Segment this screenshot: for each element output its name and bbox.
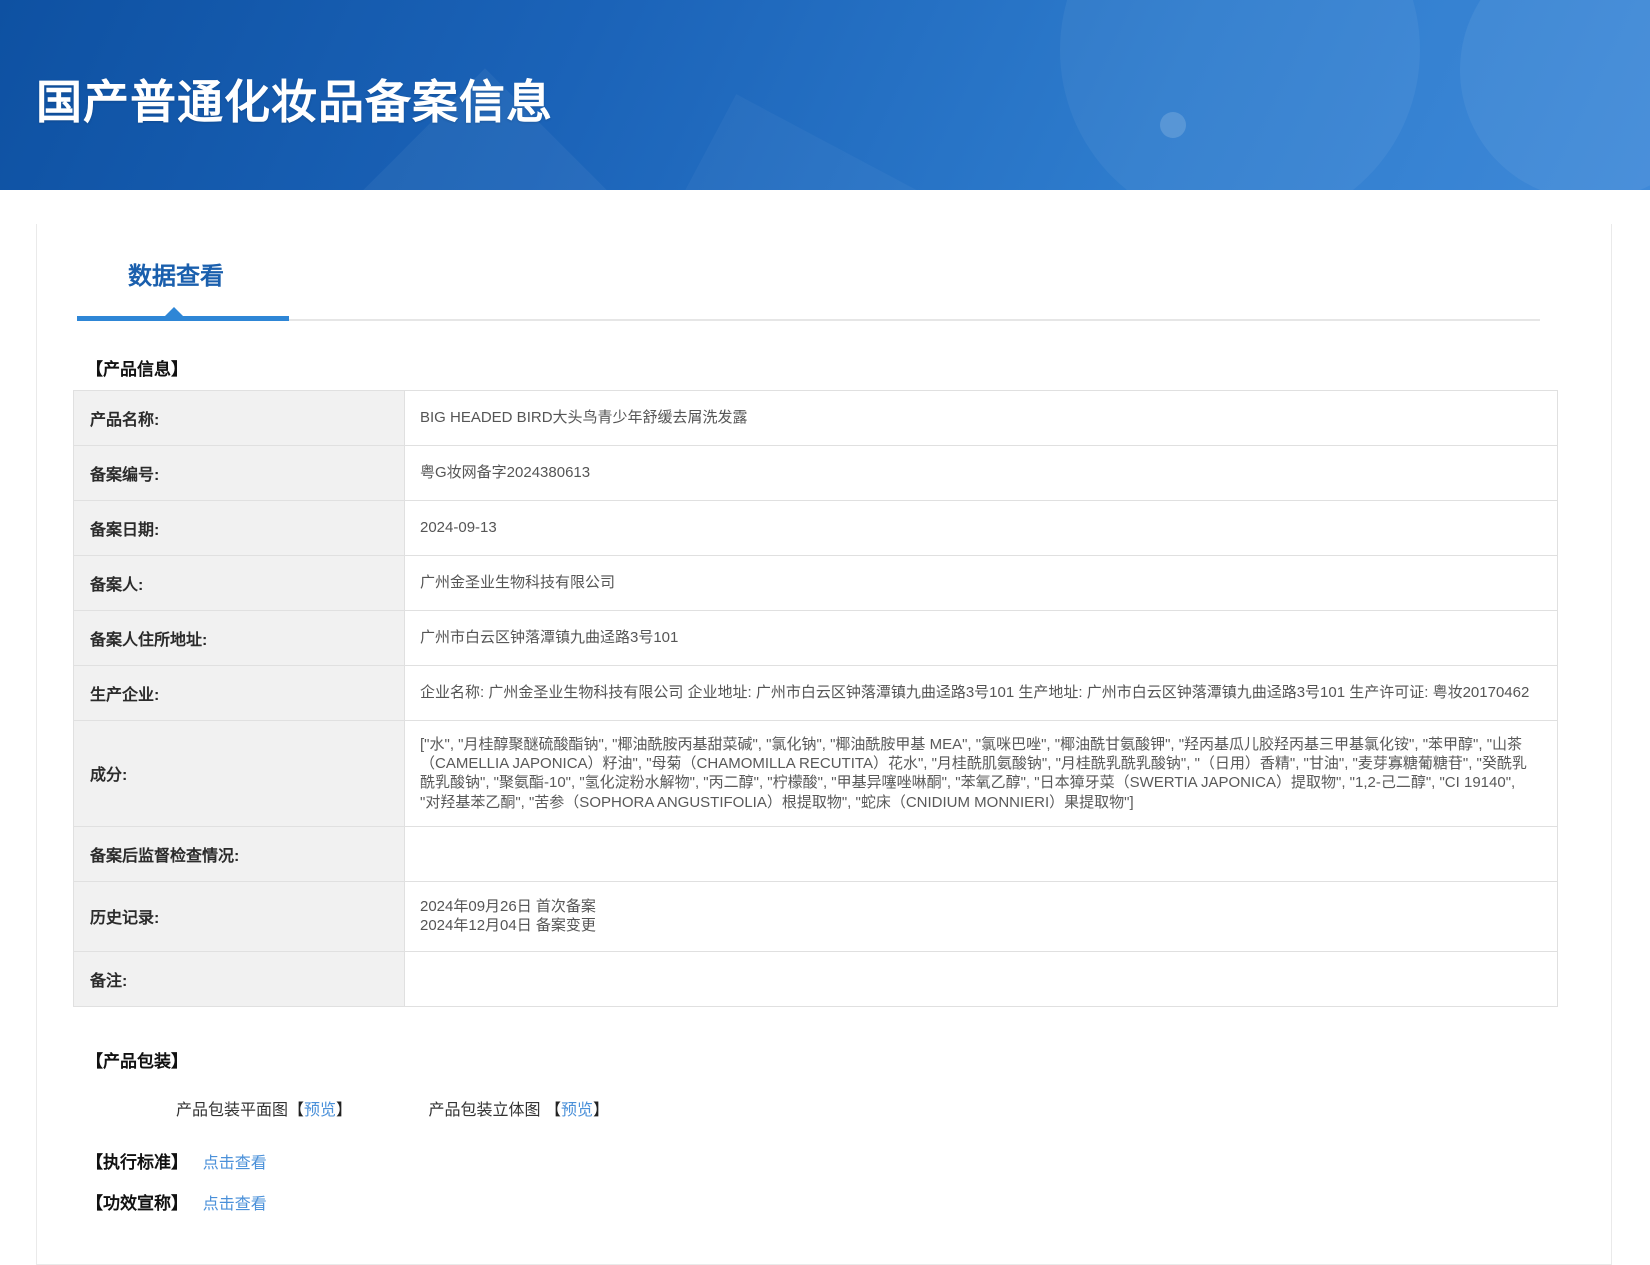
label-ingredients: 成分:	[73, 720, 405, 827]
packaging-flat-preview-link[interactable]: 预览	[304, 1102, 336, 1119]
execution-standard-view-link[interactable]: 点击查看	[203, 1155, 267, 1172]
content-panel: 数据查看 【产品信息】 产品名称: BIG HEADED BIRD大头鸟青少年舒…	[36, 224, 1612, 1265]
bracket-close: 】	[593, 1101, 610, 1119]
tab-underline-row	[37, 307, 1611, 321]
bracket-close: 】	[336, 1101, 353, 1119]
tab-data-view[interactable]: 数据查看	[128, 256, 224, 291]
value-filer-address: 广州市白云区钟落潭镇九曲迳路3号101	[404, 610, 1558, 666]
value-filing-number: 粤G妆网备字2024380613	[404, 445, 1558, 501]
banner-decoration-square	[614, 94, 966, 190]
bracket-open: 【	[288, 1101, 305, 1119]
packaging-stereo-group: 产品包装立体图 【预览】	[429, 1096, 610, 1120]
value-ingredients: ["水", "月桂醇聚醚硫酸酯钠", "椰油酰胺丙基甜菜碱", "氯化钠", "…	[404, 720, 1558, 827]
bracket-open: 【	[544, 1101, 561, 1119]
value-product-name: BIG HEADED BIRD大头鸟青少年舒缓去屑洗发露	[404, 390, 1558, 446]
row-post-filing-inspection: 备案后监督检查情况:	[73, 825, 1558, 882]
label-history: 历史记录:	[73, 880, 405, 952]
banner-decoration-dot	[1160, 112, 1186, 138]
label-filer-address: 备案人住所地址:	[73, 610, 405, 666]
efficacy-claim-view-link[interactable]: 点击查看	[203, 1196, 267, 1213]
section-heading-product-info: 【产品信息】	[86, 360, 188, 379]
row-filer-address: 备案人住所地址: 广州市白云区钟落潭镇九曲迳路3号101	[73, 610, 1558, 666]
efficacy-claim-line: 【功效宣称】 点击查看	[86, 1189, 1611, 1214]
product-info-table: 产品名称: BIG HEADED BIRD大头鸟青少年舒缓去屑洗发露 备案编号:…	[73, 390, 1558, 1007]
packaging-flat-label: 产品包装平面图	[176, 1101, 289, 1119]
label-filing-number: 备案编号:	[73, 445, 405, 501]
value-manufacturer: 企业名称: 广州金圣业生物科技有限公司 企业地址: 广州市白云区钟落潭镇九曲迳路…	[404, 665, 1558, 721]
row-filing-date: 备案日期: 2024-09-13	[73, 500, 1558, 556]
row-ingredients: 成分: ["水", "月桂醇聚醚硫酸酯钠", "椰油酰胺丙基甜菜碱", "氯化钠…	[73, 720, 1558, 827]
packaging-stereo-label: 产品包装立体图	[428, 1101, 541, 1119]
tab-bar: 数据查看	[37, 224, 1611, 321]
label-filing-date: 备案日期:	[73, 500, 405, 556]
value-history: 2024年09月26日 首次备案 2024年12月04日 备案变更	[404, 880, 1558, 952]
label-filer: 备案人:	[73, 555, 405, 611]
row-manufacturer: 生产企业: 企业名称: 广州金圣业生物科技有限公司 企业地址: 广州市白云区钟落…	[73, 665, 1558, 721]
label-product-name: 产品名称:	[73, 390, 405, 446]
row-filer: 备案人: 广州金圣业生物科技有限公司	[73, 555, 1558, 611]
row-history: 历史记录: 2024年09月26日 首次备案 2024年12月04日 备案变更	[73, 880, 1558, 952]
tab-active-indicator	[77, 307, 289, 321]
value-remarks	[404, 950, 1558, 1007]
value-filing-date: 2024-09-13	[404, 500, 1558, 556]
tab-divider-line	[289, 319, 1540, 321]
page-banner: 国产普通化妆品备案信息	[0, 0, 1650, 190]
packaging-stereo-preview-link[interactable]: 预览	[561, 1102, 593, 1119]
row-product-name: 产品名称: BIG HEADED BIRD大头鸟青少年舒缓去屑洗发露	[73, 390, 1558, 446]
row-remarks: 备注:	[73, 950, 1558, 1007]
banner-decoration-circle	[1460, 0, 1650, 190]
row-filing-number: 备案编号: 粤G妆网备字2024380613	[73, 445, 1558, 501]
history-line-1: 2024年09月26日 首次备案	[420, 897, 596, 915]
packaging-preview-line: 产品包装平面图【预览】 产品包装立体图 【预览】	[176, 1096, 1611, 1120]
execution-standard-line: 【执行标准】 点击查看	[86, 1148, 1611, 1173]
execution-standard-label: 【执行标准】	[86, 1152, 188, 1172]
history-line-2: 2024年12月04日 备案变更	[420, 917, 596, 935]
section-heading-packaging: 【产品包装】	[86, 1051, 188, 1071]
efficacy-claim-label: 【功效宣称】	[86, 1193, 188, 1213]
value-post-filing-inspection	[404, 825, 1558, 882]
value-filer: 广州金圣业生物科技有限公司	[404, 555, 1558, 611]
banner-decoration-circle	[1060, 0, 1420, 190]
label-remarks: 备注:	[73, 950, 405, 1007]
tab-pointer-triangle	[165, 307, 183, 316]
label-post-filing-inspection: 备案后监督检查情况:	[73, 825, 405, 882]
label-manufacturer: 生产企业:	[73, 665, 405, 721]
page-title: 国产普通化妆品备案信息	[36, 76, 553, 128]
packaging-flat-group: 产品包装平面图【预览】	[176, 1096, 352, 1120]
